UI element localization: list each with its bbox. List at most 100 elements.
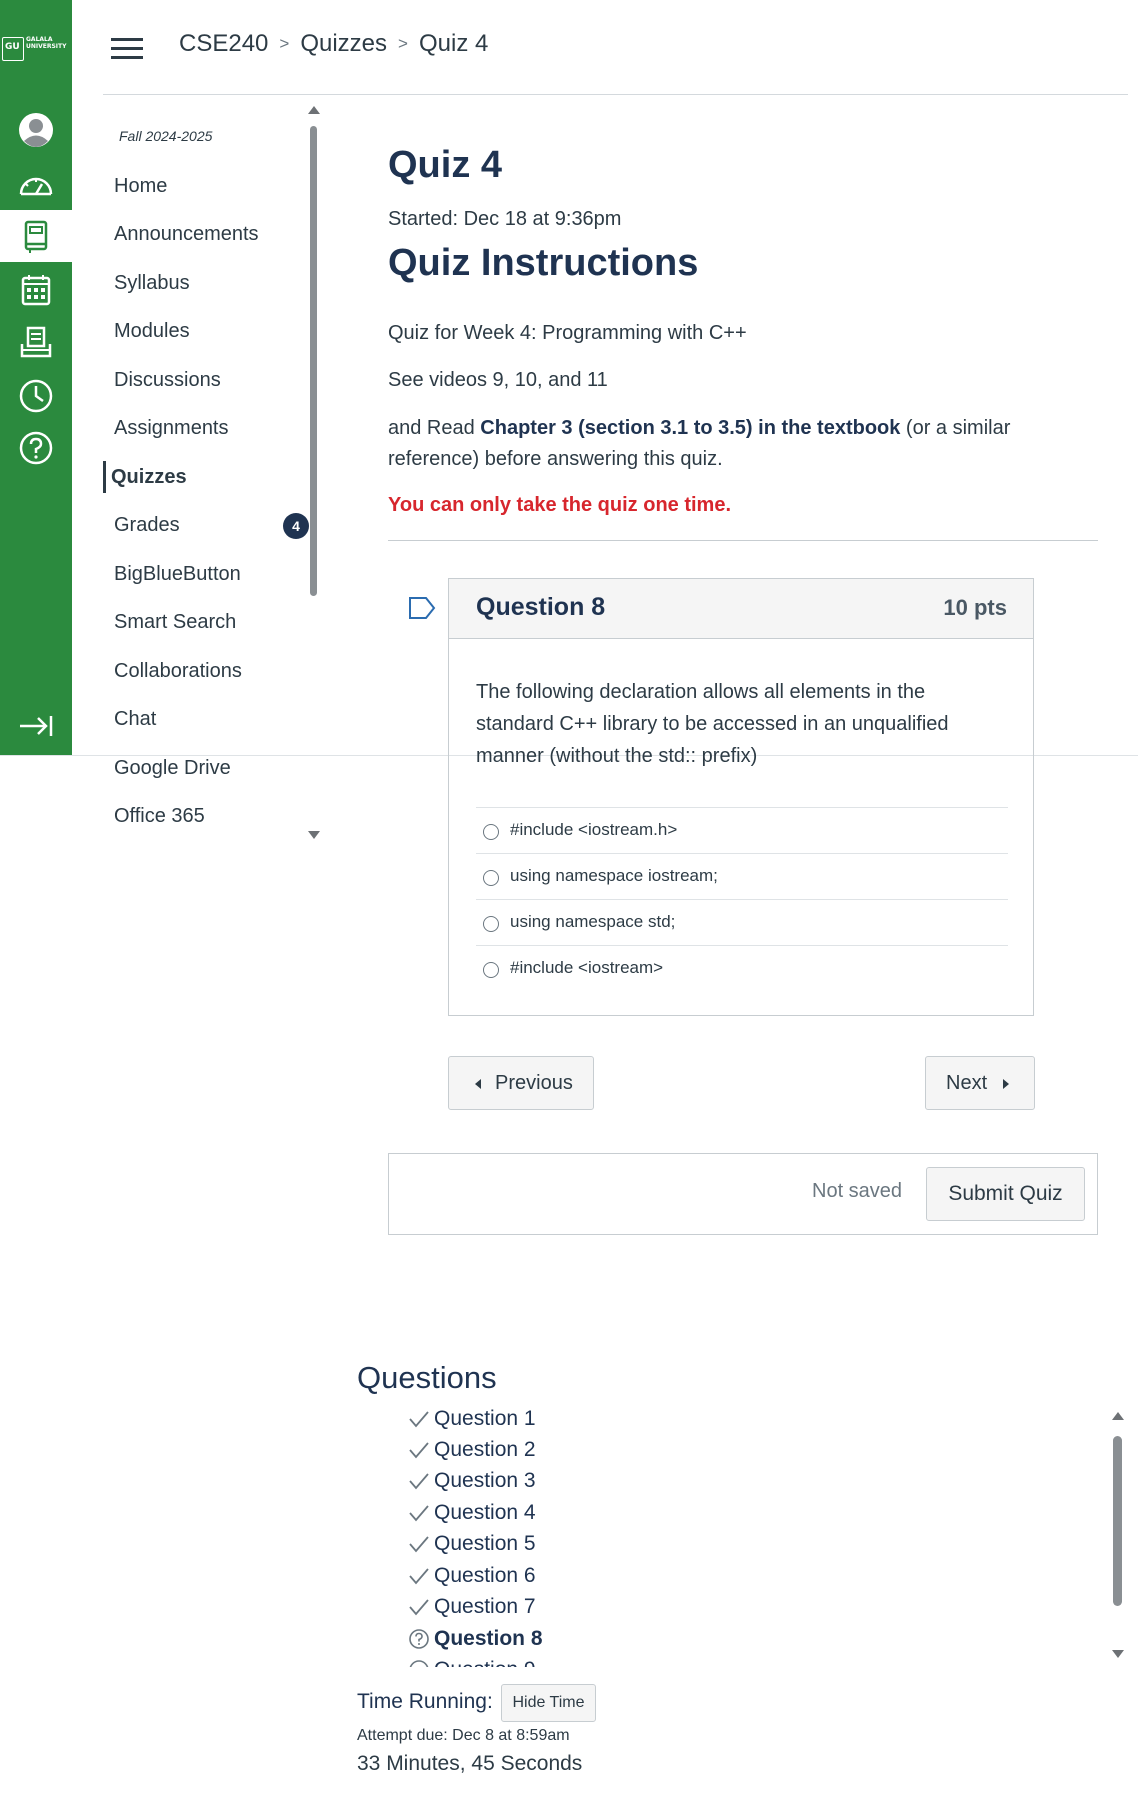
flag-question-icon[interactable] [408,596,436,620]
breadcrumb-quizzes[interactable]: Quizzes [300,30,387,58]
breadcrumb-separator-icon: > [398,34,408,53]
course-nav-office-365[interactable]: Office 365 [111,800,311,832]
course-nav-home[interactable]: Home [111,170,311,202]
answer-option[interactable]: #include <iostream> [476,945,1008,991]
answer-option[interactable]: #include <iostream.h> [476,807,1008,853]
question-card: Question 8 10 pts The following declarat… [448,578,1034,1016]
breadcrumb-current-page: Quiz 4 [418,30,489,57]
course-nav: Fall 2024-2025 Home Announcements Syllab… [103,104,323,849]
hide-time-button[interactable]: Hide Time [501,1684,596,1722]
question-points: 10 pts [943,595,1007,620]
course-nav-assignments[interactable]: Assignments [111,412,311,444]
scrollbar-thumb[interactable] [310,126,317,596]
course-nav-scrollbar[interactable] [305,104,321,849]
course-nav-smart-search[interactable]: Smart Search [111,606,311,638]
next-button[interactable]: Next [925,1056,1035,1110]
question-mark-icon [409,1629,429,1649]
question-link-current[interactable]: Question 8 [408,1624,543,1654]
course-nav-discussions[interactable]: Discussions [111,364,311,396]
breadcrumb: CSE240 > Quizzes > Quiz 4 [179,30,488,58]
help-nav-item[interactable] [0,422,72,474]
scroll-down-arrow-icon[interactable] [1112,1650,1124,1658]
instructions-heading: Quiz Instructions [388,242,699,284]
previous-button[interactable]: Previous [448,1056,594,1110]
course-nav-bigbluebutton[interactable]: BigBlueButton [111,558,311,590]
question-name: Question 8 [476,593,606,621]
breadcrumb-separator-icon: > [279,34,290,53]
attempt-due-date: Attempt due: Dec 8 at 8:59am [357,1727,570,1744]
checkmark-icon [409,1473,429,1490]
breadcrumb-course[interactable]: CSE240 [179,30,268,58]
course-nav-chat[interactable]: Chat [111,703,311,735]
term-label: Fall 2024-2025 [119,128,213,144]
checkmark-icon [409,1411,429,1428]
answer-option[interactable]: using namespace iostream; [476,853,1008,899]
question-link[interactable]: Question 1 [408,1404,536,1434]
question-text: The following declaration allows all ele… [476,681,949,767]
checkmark-icon [409,1505,429,1522]
scrollbar-thumb[interactable] [1113,1436,1122,1606]
scroll-down-arrow-icon[interactable] [308,831,320,839]
dashboard-nav-item[interactable] [0,160,72,212]
instruction-videos: See videos 9, 10, and 11 [388,369,608,391]
quiz-title: Quiz 4 [388,144,503,186]
account-nav-item[interactable] [0,104,72,156]
inbox-nav-item[interactable] [0,316,72,368]
one-attempt-warning: You can only take the quiz one time. [388,494,732,516]
time-remaining: 33 Minutes, 45 Seconds [357,1752,583,1775]
inbox-icon [20,326,52,358]
question-link[interactable]: Question 4 [408,1498,536,1528]
radio-button[interactable] [483,962,499,978]
answer-option[interactable]: using namespace std; [476,899,1008,945]
question-link[interactable]: Question 2 [408,1435,536,1465]
divider [388,540,1098,541]
questions-list[interactable]: Question 1 Question 2 Question 3 Questio… [408,1404,708,1667]
question-link[interactable]: Question 6 [408,1561,536,1591]
save-status: Not saved [812,1180,903,1202]
question-link[interactable]: Question 7 [408,1592,536,1622]
course-nav-grades-label: Grades [114,514,180,536]
hamburger-menu-icon[interactable] [111,36,145,60]
course-nav-grades[interactable]: Grades 4 [111,509,311,541]
courses-nav-item[interactable] [0,210,72,262]
course-nav-google-drive[interactable]: Google Drive [111,752,311,784]
history-nav-item[interactable] [0,370,72,422]
caret-right-icon [1003,1079,1009,1089]
radio-button[interactable] [483,824,499,840]
checkmark-icon [409,1536,429,1553]
course-nav-announcements[interactable]: Announcements [111,218,311,250]
questions-scrollbar[interactable] [1110,1412,1126,1660]
checkmark-icon [409,1442,429,1459]
radio-button[interactable] [483,916,499,932]
radio-button[interactable] [483,870,499,886]
university-logo[interactable]: GU GALALA UNIVERSITY [0,34,72,64]
answer-label[interactable]: using namespace iostream; [510,866,718,886]
answer-label[interactable]: #include <iostream.h> [510,820,677,840]
page-header: CSE240 > Quizzes > Quiz 4 [103,0,1128,95]
collapse-nav-button[interactable] [0,700,72,752]
calendar-nav-item[interactable] [0,264,72,316]
scroll-up-arrow-icon[interactable] [1112,1412,1124,1420]
question-link[interactable]: Question 3 [408,1466,536,1496]
questions-heading: Questions [357,1360,497,1395]
course-nav-syllabus[interactable]: Syllabus [111,267,311,299]
quiz-started-time: Started: Dec 18 at 9:36pm [388,208,622,230]
course-nav-quizzes[interactable]: Quizzes [103,461,303,493]
submit-panel: Not saved Submit Quiz [388,1153,1098,1235]
logo-seal: GU [2,37,24,61]
checkmark-icon [409,1568,429,1585]
scroll-up-arrow-icon[interactable] [308,106,320,114]
submit-quiz-button[interactable]: Submit Quiz [926,1167,1085,1221]
instruction-reading: and Read Chapter 3 (section 3.1 to 3.5) … [388,417,1011,470]
question-link[interactable]: Question 5 [408,1529,536,1559]
caret-left-icon [475,1079,481,1089]
answer-label[interactable]: using namespace std; [510,912,675,932]
question-link[interactable]: Question 9 [408,1655,536,1667]
course-nav-collaborations[interactable]: Collaborations [111,655,311,687]
collapse-icon [20,716,53,736]
question-header: Question 8 10 pts [449,579,1033,639]
checkmark-icon [409,1599,429,1616]
global-nav: GU GALALA UNIVERSITY [0,0,72,755]
answer-label[interactable]: #include <iostream> [510,958,663,978]
course-nav-modules[interactable]: Modules [111,315,311,347]
